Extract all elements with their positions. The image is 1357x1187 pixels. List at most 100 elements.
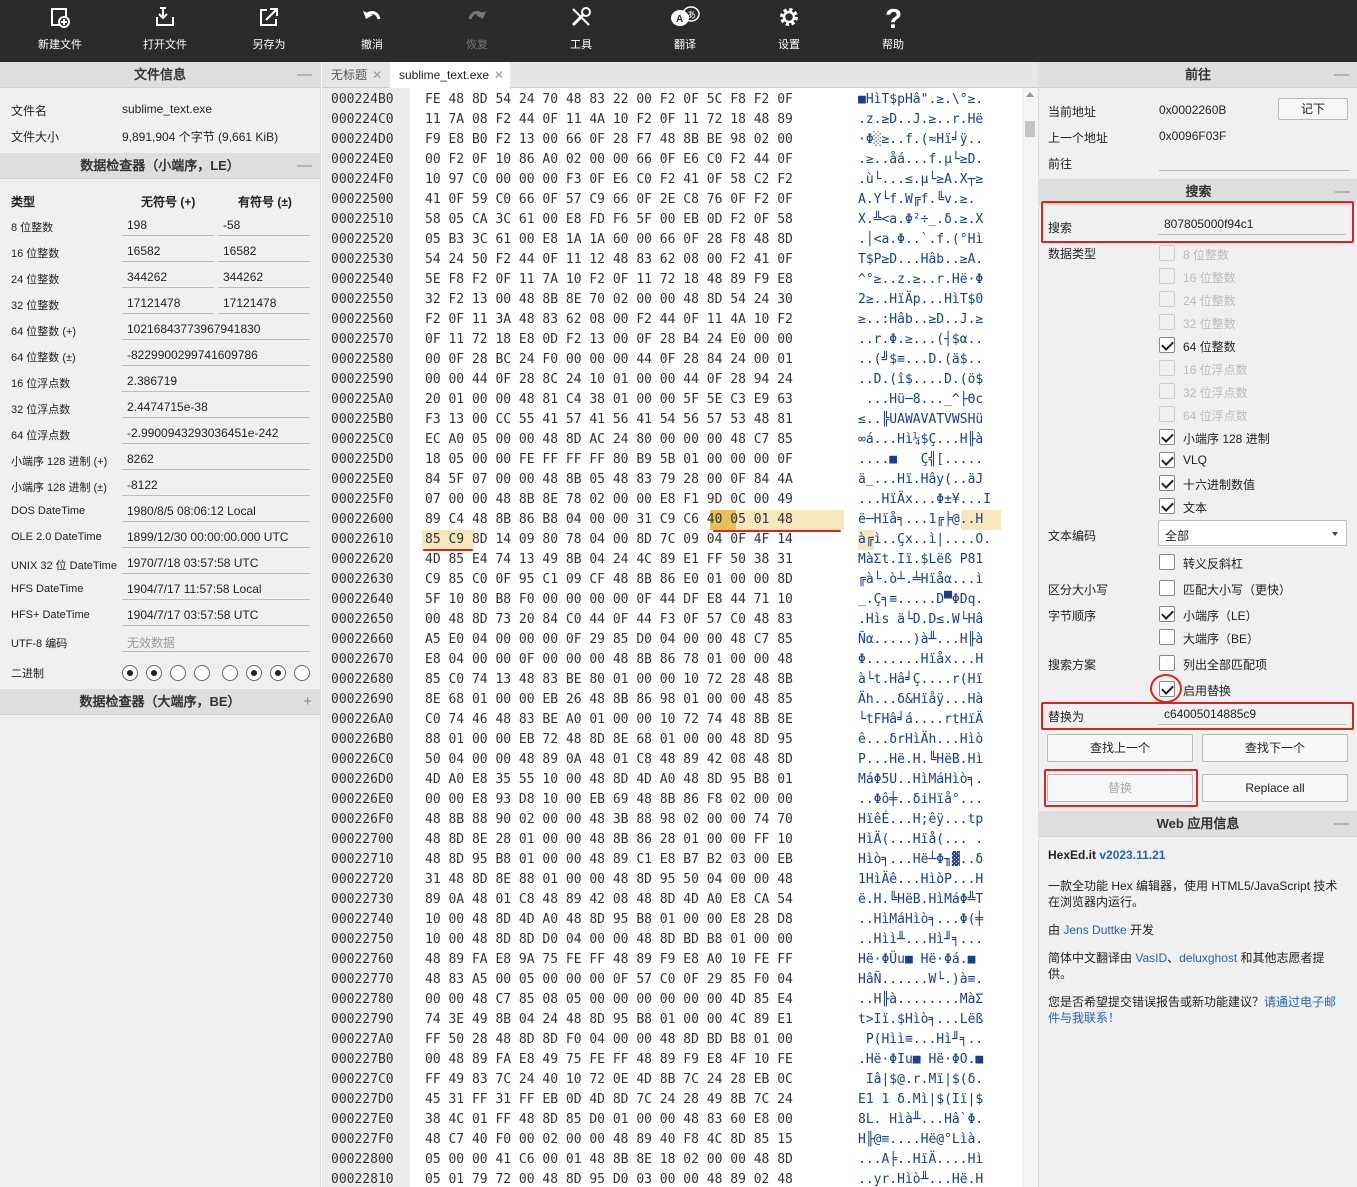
hex-bytes[interactable]: 05 B3 3C 61 00 E8 1A 1A 60 00 66 0F 28 F… <box>425 230 793 250</box>
datatype-checkbox[interactable] <box>1159 475 1175 491</box>
version-link[interactable]: v2023.11.21 <box>1099 848 1165 862</box>
new-file-button[interactable]: 新建文件 <box>10 0 110 62</box>
hex-bytes[interactable]: 00 0F 28 BC 24 F0 00 00 00 44 0F 28 84 2… <box>425 350 793 370</box>
hex-ascii[interactable]: └tFHâ╛á....rtHïÄ <box>858 710 983 730</box>
inspector-value-field[interactable]: 1904/7/17 11:57:58 Local <box>122 579 310 600</box>
big-endian-checkbox[interactable] <box>1159 629 1175 645</box>
goto-header[interactable]: 前往 — <box>1039 62 1357 88</box>
datatype-checkbox[interactable] <box>1159 291 1175 307</box>
datatype-checkbox[interactable] <box>1159 383 1175 399</box>
hex-bytes[interactable]: 8E 68 01 00 00 EB 26 48 8B 86 98 01 00 0… <box>425 690 793 710</box>
hex-ascii[interactable]: ..Φô╪..δiHïå°... <box>858 790 983 810</box>
hex-ascii[interactable]: ...HïÄx...Φ±¥...I <box>858 490 991 510</box>
hex-ascii[interactable]: MàΣt.Iï.$Lëß P81 <box>858 550 983 570</box>
hex-bytes[interactable]: 00 00 E8 93 D8 10 00 EB 69 48 8B 86 F8 0… <box>425 790 793 810</box>
hex-bytes[interactable]: 54 24 50 F2 44 0F 11 12 48 83 62 08 00 F… <box>425 250 793 270</box>
datatype-checkbox[interactable] <box>1159 245 1175 261</box>
hex-bytes[interactable]: 88 01 00 00 EB 72 48 8D 8E 68 01 00 00 4… <box>425 730 793 750</box>
hex-ascii[interactable]: ╔à└.ò┴.╧Hïåα...ì <box>858 570 983 590</box>
binary-bit-toggle[interactable] <box>194 665 210 681</box>
inspector-signed-field[interactable]: 17121478 <box>218 293 310 314</box>
hex-ascii[interactable]: ...A╞..HïÄ....Hì <box>858 1150 983 1170</box>
hex-ascii[interactable]: .Hë·ΦIu■ Hë·ΦO.■ <box>858 1050 983 1070</box>
collapse-icon[interactable]: — <box>297 62 312 88</box>
save-as-button[interactable]: 另存为 <box>219 0 319 62</box>
hex-bytes[interactable]: 38 4C 01 FF 48 8D 85 D0 01 00 00 48 83 6… <box>425 1110 793 1130</box>
hex-ascii[interactable]: 8L. Hìà╨...Hâ`Φ. <box>858 1110 983 1130</box>
hex-bytes[interactable]: 5E F8 F2 0F 11 7A 10 F2 0F 11 72 18 48 8… <box>425 270 793 290</box>
hex-bytes[interactable]: 48 8D 95 B8 01 00 00 48 89 C1 E8 B7 B2 0… <box>425 850 793 870</box>
hex-ascii[interactable]: à└t.Hâ╛Ç....r(Hï <box>858 670 983 690</box>
hex-bytes[interactable]: 07 00 00 48 8B 8E 78 02 00 00 E8 F1 9D 0… <box>425 490 793 510</box>
inspector-value-field[interactable]: -8122 <box>122 475 310 496</box>
collapse-icon[interactable]: — <box>1334 811 1349 837</box>
replace-all-button[interactable]: Replace all <box>1202 774 1348 802</box>
hex-ascii[interactable]: MáΦ5U..HìMáHìò╕. <box>858 770 983 790</box>
vertical-scrollbar[interactable] <box>1022 88 1038 1187</box>
hex-ascii[interactable]: Hë·ΦÜu■ Hë·Φá.■ <box>858 950 983 970</box>
binary-bit-toggle[interactable] <box>146 665 162 681</box>
hex-ascii[interactable]: .Hìs ä└D.D≤.W└Hâ <box>858 610 983 630</box>
inspector-signed-field[interactable]: -58 <box>218 215 310 236</box>
hex-ascii[interactable]: T$P≥D...Hâb..≥A. <box>858 250 983 270</box>
match-case-checkbox[interactable] <box>1159 580 1175 596</box>
hex-ascii[interactable]: ä_...Hï.Hây(..äJ <box>858 470 983 490</box>
redo-button[interactable]: 恢复 <box>427 0 527 62</box>
hex-bytes[interactable]: 00 00 48 C7 85 08 05 00 00 00 00 00 00 4… <box>425 990 793 1010</box>
hex-ascii[interactable]: ∞á...Hì¼$Ç...H╟à <box>858 430 983 450</box>
hex-bytes[interactable]: A5 E0 04 00 00 00 0F 29 85 D0 04 00 00 4… <box>425 630 793 650</box>
hex-bytes[interactable]: E8 04 00 00 0F 00 00 00 48 8B 86 78 01 0… <box>425 650 793 670</box>
collapse-icon[interactable]: — <box>297 153 312 179</box>
hex-bytes[interactable]: 00 00 44 0F 28 8C 24 10 01 00 00 44 0F 2… <box>425 370 793 390</box>
hex-bytes[interactable]: 48 C7 40 F0 00 02 00 00 48 89 40 F8 4C 8… <box>425 1130 793 1150</box>
hex-ascii[interactable]: Hìò╕...Hë┴Φ╖▓..δ <box>858 850 983 870</box>
hex-ascii[interactable]: ë─Hïå╕...1╔╞@..H <box>858 510 983 530</box>
binary-bit-toggle[interactable] <box>170 665 186 681</box>
hex-bytes[interactable]: 89 C4 48 8B 86 B8 04 00 00 31 C9 C6 40 0… <box>425 510 793 530</box>
open-file-button[interactable]: 打开文件 <box>115 0 215 62</box>
inspector-value-field[interactable]: -2.9900943293036451e-242 <box>122 423 310 444</box>
hex-bytes[interactable]: F3 13 00 CC 55 41 57 41 56 41 54 56 57 5… <box>425 410 793 430</box>
hex-ascii[interactable]: ≤..╠UAWAVATVWSHü <box>858 410 983 430</box>
tab-sublime-text[interactable]: sublime_text.exe ✕ <box>390 62 510 89</box>
hex-ascii[interactable]: ...Hü─8..._^├Θc <box>858 390 983 410</box>
hex-ascii[interactable]: ..Hìì╨...Hì╜╕... <box>858 930 983 950</box>
hex-bytes[interactable]: 5F 10 80 B8 F0 00 00 00 00 0F 44 DF E8 4… <box>425 590 793 610</box>
hex-bytes[interactable]: EC A0 05 00 00 48 8D AC 24 80 00 00 00 4… <box>425 430 793 450</box>
remember-button[interactable]: 记下 <box>1278 98 1348 120</box>
hex-ascii[interactable]: .z.≥D..J.≥..r.Hë <box>858 110 983 130</box>
datatype-checkbox[interactable] <box>1159 360 1175 376</box>
inspector-value-field[interactable]: 1899/12/30 00:00:00.000 UTC <box>122 527 310 548</box>
hex-ascii[interactable]: E1 1 δ.Mì|$(Iï|$ <box>858 1090 983 1110</box>
translator-link-deluxghost[interactable]: deluxghost <box>1179 951 1237 965</box>
translator-link-vasid[interactable]: VasID <box>1135 951 1167 965</box>
hex-ascii[interactable]: .ù└...≤.µ└≥A.X┬≥ <box>858 170 983 190</box>
hex-bytes[interactable]: 00 F2 0F 10 86 A0 02 00 00 66 0F E6 C0 F… <box>425 150 793 170</box>
hex-bytes[interactable]: 84 5F 07 00 00 48 8B 05 48 83 79 28 00 0… <box>425 470 793 490</box>
binary-bit-toggle[interactable] <box>270 665 286 681</box>
hex-bytes[interactable]: 85 C0 74 13 48 83 BE 80 01 00 00 10 72 2… <box>425 670 793 690</box>
inspector-signed-field[interactable]: 344262 <box>218 267 310 288</box>
hex-ascii[interactable]: H╟@≡....Hë@°Lìà. <box>858 1130 983 1150</box>
hex-ascii[interactable]: A.Y└f.W╔f.╚v.≥. <box>858 190 975 210</box>
find-next-button[interactable]: 查找下一个 <box>1202 734 1348 762</box>
hex-bytes[interactable]: 50 04 00 00 48 89 0A 48 01 C8 48 89 42 0… <box>425 750 793 770</box>
inspector-unsigned-field[interactable]: 198 <box>122 215 214 236</box>
hex-ascii[interactable]: ë.H.╚HëB.HìMáΦ╩T <box>858 890 983 910</box>
inspector-value-field[interactable]: 2.386719 <box>122 371 310 392</box>
hex-ascii[interactable]: .│<a.Φ..`.f.(°Hì <box>858 230 983 250</box>
hex-ascii[interactable]: ≥..:Hâb..≥D..J.≥ <box>858 310 983 330</box>
hex-bytes[interactable]: 74 3E 49 8B 04 24 48 8D 95 B8 01 00 00 4… <box>425 1010 793 1030</box>
encoding-select[interactable]: 全部 <box>1158 520 1347 546</box>
binary-bit-toggle[interactable] <box>246 665 262 681</box>
datatype-checkbox[interactable] <box>1159 406 1175 422</box>
datatype-checkbox[interactable] <box>1159 498 1175 514</box>
hex-bytes[interactable]: FE 48 8D 54 24 70 48 83 22 00 F2 0F 5C F… <box>425 90 793 110</box>
hex-bytes[interactable]: 4D A0 E8 35 55 10 00 48 8D 4D A0 48 8D 9… <box>425 770 793 790</box>
hex-ascii[interactable]: 1HìÄê...HìòP...H <box>858 870 983 890</box>
undo-button[interactable]: 撤消 <box>322 0 422 62</box>
hex-ascii[interactable]: ..r.Φ.≥...(┤$α.. <box>858 330 983 350</box>
inspector-value-field[interactable]: 2.4474715e-38 <box>122 397 310 418</box>
hex-ascii[interactable]: _.Ç╕≡.....D▀ΦDq. <box>858 590 983 610</box>
hex-ascii[interactable]: HïêÉ...H;êÿ...tp <box>858 810 983 830</box>
